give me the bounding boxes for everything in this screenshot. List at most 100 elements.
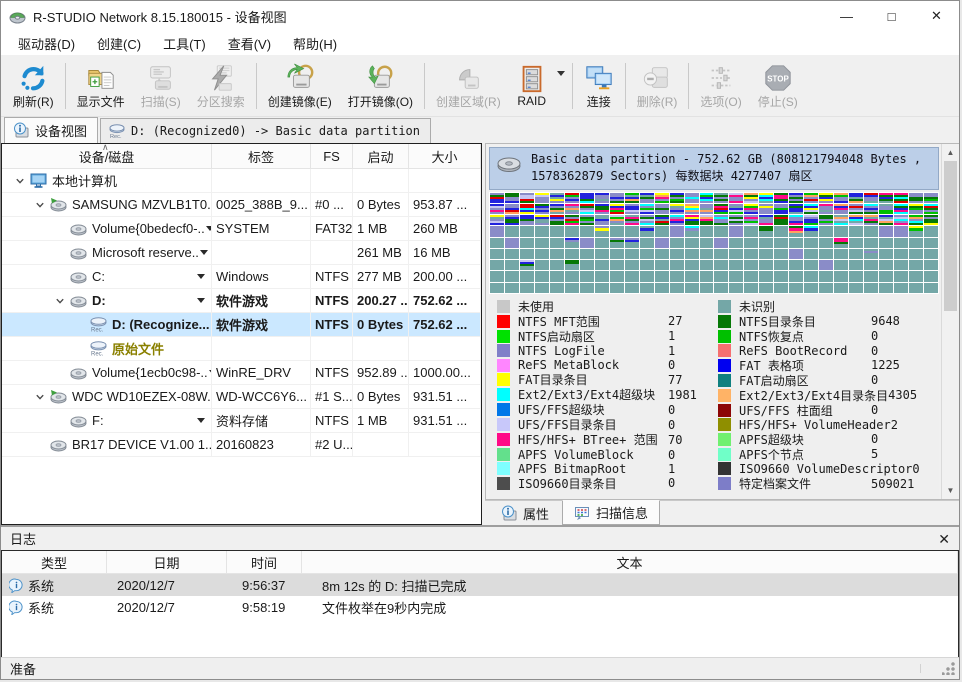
- menu-item[interactable]: 工具(T): [152, 31, 217, 56]
- log-column-header[interactable]: 文本: [302, 551, 958, 573]
- log-close-icon[interactable]: ✕: [938, 532, 950, 546]
- expand-chevron-icon[interactable]: [30, 392, 50, 402]
- rec-icon: Rec.: [90, 316, 107, 333]
- tree-row[interactable]: D:软件游戏NTFS200.27 ...752.62 ...: [2, 289, 481, 313]
- close-button[interactable]: ✕: [914, 1, 959, 31]
- tab-scan-info[interactable]: 扫描信息: [562, 500, 660, 525]
- resize-grip[interactable]: [942, 662, 955, 675]
- scan-block: [490, 238, 504, 248]
- toolbar-button-open-image[interactable]: 打开镜像(O): [340, 58, 421, 114]
- tree-column-header[interactable]: 大小: [409, 144, 481, 168]
- scan-block: [700, 193, 714, 203]
- log-row[interactable]: 系统2020/12/79:56:378m 12s 的 D: 扫描已完成: [2, 574, 958, 596]
- minimize-button[interactable]: —: [824, 1, 869, 31]
- scan-block: [729, 249, 743, 259]
- scan-scrollbar[interactable]: ▲ ▼: [941, 144, 959, 499]
- tree-row[interactable]: BR17 DEVICE V1.00 1....20160823#2 U...: [2, 433, 481, 457]
- tree-column-header[interactable]: 启动: [353, 144, 409, 168]
- tree-row[interactable]: SAMSUNG MZVLB1T0...0025_388B_9...#0 ...0…: [2, 193, 481, 217]
- scan-block-map[interactable]: [489, 192, 939, 294]
- tree-column-header[interactable]: FS: [311, 144, 353, 168]
- scan-label: 扫描(S): [141, 93, 181, 110]
- log-column-header[interactable]: 时间: [227, 551, 302, 573]
- scan-block: [535, 238, 549, 248]
- toolbar-button-refresh[interactable]: 刷新(R): [5, 58, 62, 114]
- scan-block: [774, 226, 788, 236]
- scroll-down-icon[interactable]: ▼: [947, 483, 955, 498]
- options-label: 选项(O): [700, 93, 741, 110]
- scan-block: [729, 260, 743, 270]
- log-column-header[interactable]: 日期: [107, 551, 227, 573]
- menu-item[interactable]: 创建(C): [86, 31, 152, 56]
- cell-label: 0025_388B_9...: [212, 193, 311, 216]
- scan-block: [759, 204, 773, 214]
- expand-chevron-icon[interactable]: [50, 296, 70, 306]
- cell-boot: [353, 433, 409, 456]
- scroll-thumb[interactable]: [944, 161, 957, 311]
- log-row[interactable]: 系统2020/12/79:58:19文件枚举在9秒内完成: [2, 596, 958, 618]
- toolbar-button-create-image[interactable]: 创建镜像(E): [260, 58, 340, 114]
- tree-row[interactable]: Rec.原始文件: [2, 337, 481, 361]
- legend-value: 0: [668, 476, 675, 490]
- scan-block: [774, 271, 788, 281]
- tab-properties-label: 属性: [523, 504, 549, 523]
- toolbar-button-connect[interactable]: 连接: [576, 58, 622, 114]
- refresh-label: 刷新(R): [13, 93, 54, 110]
- tree-row[interactable]: Volume{0bedecf0-..SYSTEMFAT321 MB260 MB: [2, 217, 481, 241]
- cell-label: Windows: [212, 265, 311, 288]
- cell-boot: 261 MB: [353, 241, 409, 264]
- toolbar-button-raid[interactable]: RAID: [509, 58, 555, 114]
- legend-row: FAT 表格项1225: [718, 358, 935, 373]
- legend-row: APFS超级块0: [718, 432, 935, 447]
- tree-row[interactable]: Rec.D: (Recognize...软件游戏NTFS0 Bytes752.6…: [2, 313, 481, 337]
- cell-size: [409, 433, 481, 456]
- raid-dropdown-icon[interactable]: [557, 71, 565, 76]
- scroll-up-icon[interactable]: ▲: [947, 145, 955, 160]
- toolbar-separator: [65, 63, 66, 109]
- partition-summary: Basic data partition - 752.62 GB (808121…: [489, 147, 939, 190]
- row-dropdown-icon[interactable]: [200, 250, 208, 255]
- legend-row: ISO9660 VolumeDescriptor0: [718, 462, 935, 476]
- tree-row[interactable]: WDC WD10EZEX-08W...WD-WCC6Y6...#1 S...0 …: [2, 385, 481, 409]
- scan-block: [909, 215, 923, 225]
- toolbar-separator: [688, 63, 689, 109]
- scan-block: [580, 215, 594, 225]
- tree-row[interactable]: 本地计算机: [2, 169, 481, 193]
- disk-icon: [50, 436, 67, 453]
- expand-chevron-icon[interactable]: [30, 200, 50, 210]
- expand-chevron-icon[interactable]: [10, 176, 30, 186]
- toolbar-button-show-files[interactable]: 显示文件: [69, 58, 133, 114]
- tab-properties[interactable]: 属性: [490, 501, 560, 525]
- legend-swatch: [718, 344, 731, 357]
- menu-item[interactable]: 帮助(H): [282, 31, 348, 56]
- scan-block: [565, 204, 579, 214]
- row-dropdown-icon[interactable]: [197, 418, 205, 423]
- scan-block: [580, 260, 594, 270]
- tab-partition[interactable]: Rec. D: (Recognized0) -> Basic data part…: [100, 118, 431, 143]
- row-dropdown-icon[interactable]: [197, 274, 205, 279]
- scan-block: [864, 238, 878, 248]
- cell-boot: 277 MB: [353, 265, 409, 288]
- scan-block: [505, 249, 519, 259]
- tree-row[interactable]: C:WindowsNTFS277 MB200.00 ...: [2, 265, 481, 289]
- cell-label: [212, 337, 311, 360]
- toolbar-separator: [625, 63, 626, 109]
- log-column-header[interactable]: 类型: [2, 551, 107, 573]
- device-name: SAMSUNG MZVLB1T0...: [72, 197, 212, 212]
- tab-device-view[interactable]: 设备视图: [4, 117, 98, 143]
- scan-block: [774, 283, 788, 293]
- legend-swatch: [718, 330, 731, 343]
- tree-row[interactable]: Microsoft reserve..261 MB16 MB: [2, 241, 481, 265]
- maximize-button[interactable]: □: [869, 1, 914, 31]
- scan-block: [550, 226, 564, 236]
- scan-block: [849, 204, 863, 214]
- menu-item[interactable]: 驱动器(D): [7, 31, 86, 56]
- row-dropdown-icon[interactable]: [197, 298, 205, 303]
- scan-block: [879, 226, 893, 236]
- menu-item[interactable]: 查看(V): [217, 31, 282, 56]
- legend-label: ISO9660 VolumeDescriptor: [739, 462, 912, 476]
- tree-column-header[interactable]: 标签: [212, 144, 311, 168]
- scan-block: [535, 283, 549, 293]
- tree-row[interactable]: F:资料存储NTFS1 MB931.51 ...: [2, 409, 481, 433]
- tree-row[interactable]: Volume{1ecb0c98-..WinRE_DRVNTFS952.89 ..…: [2, 361, 481, 385]
